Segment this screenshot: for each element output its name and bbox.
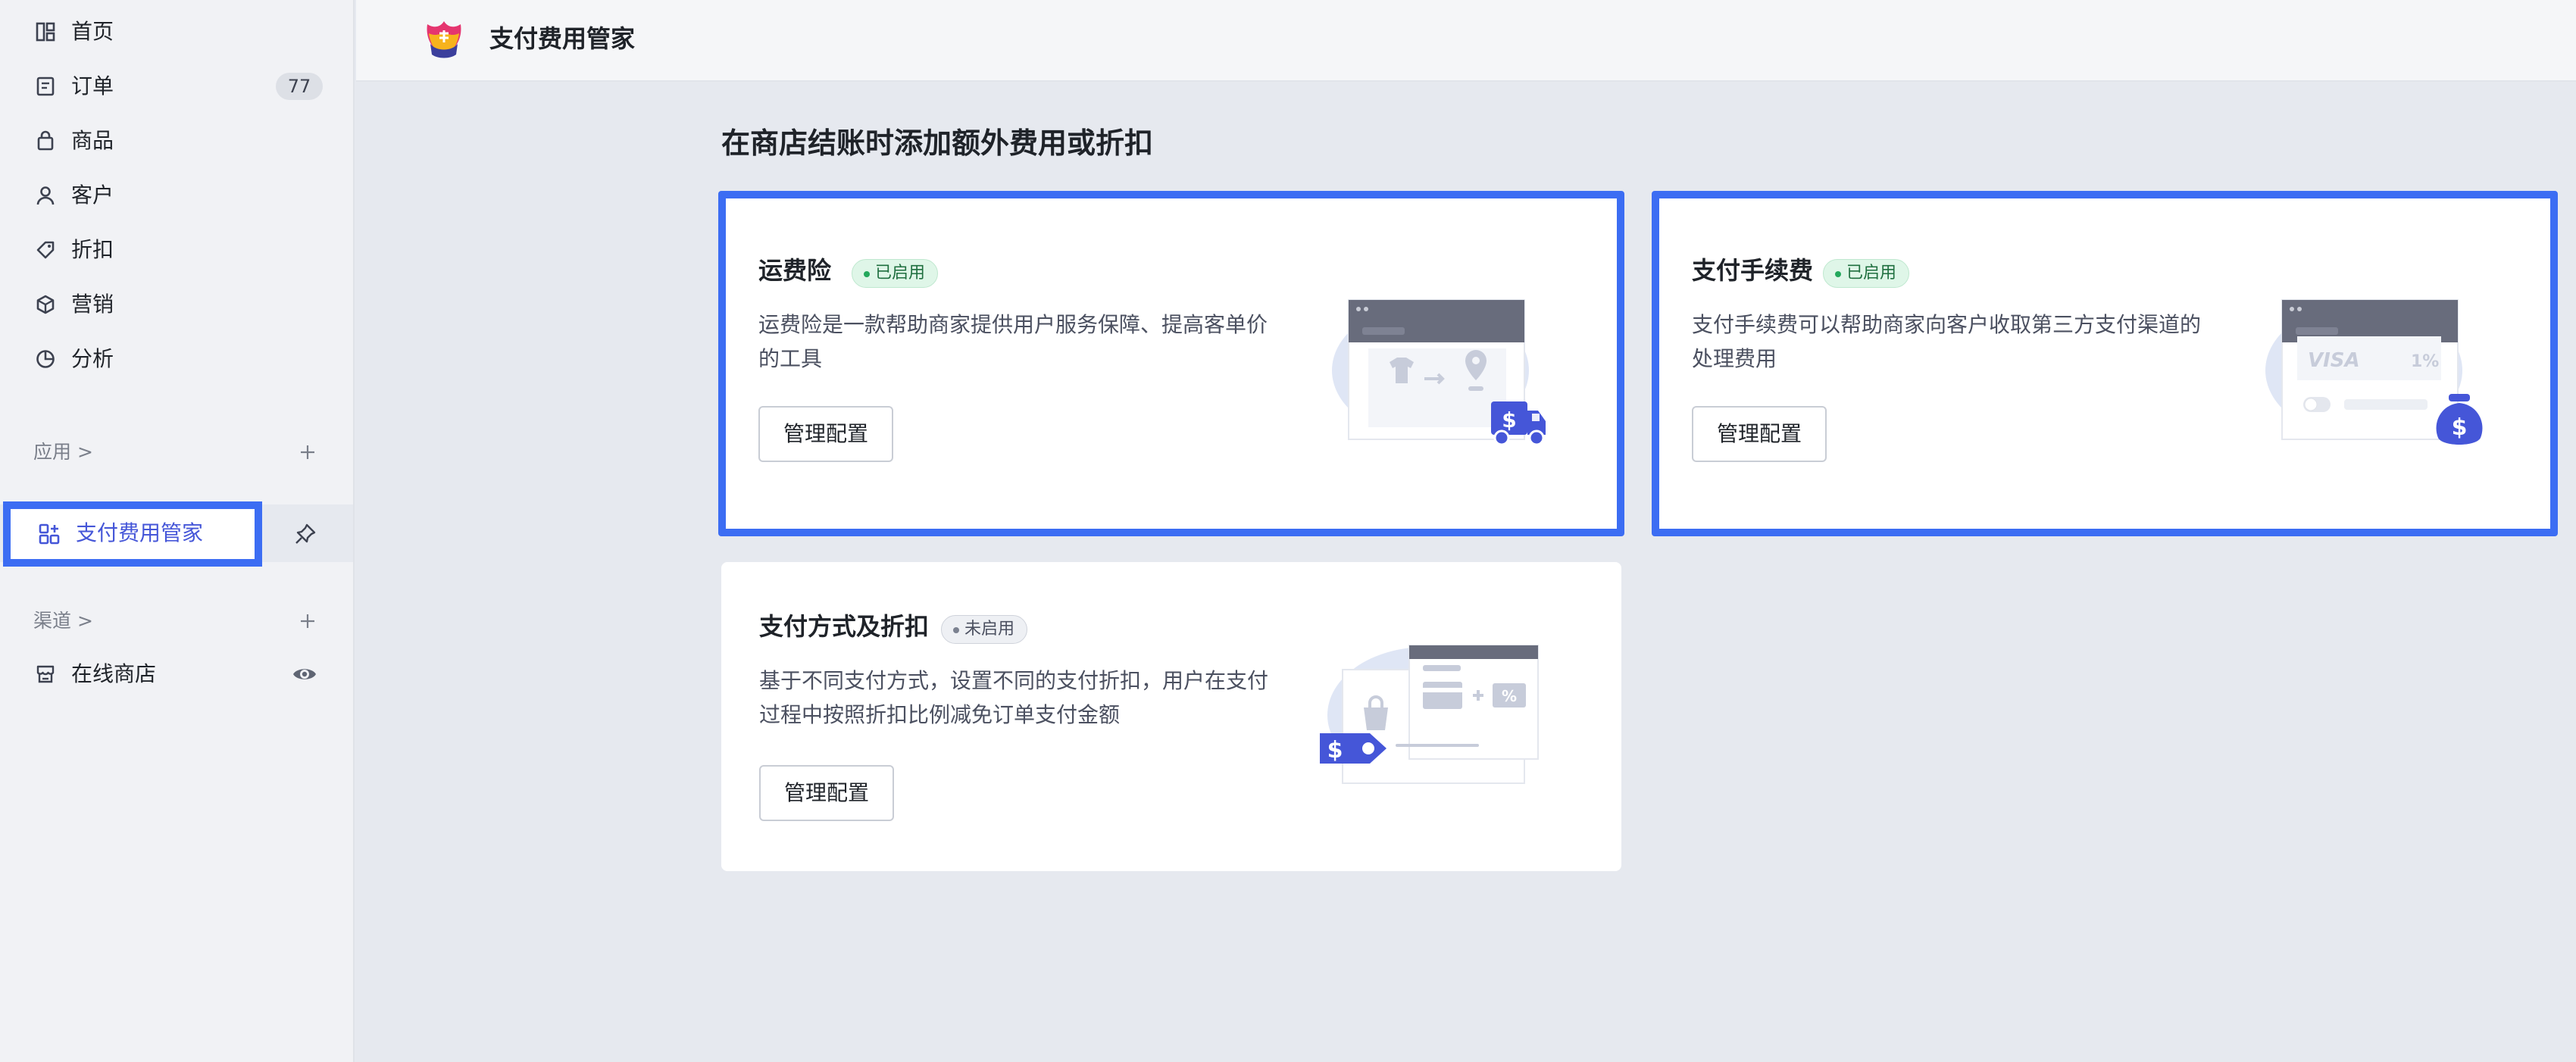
shipping-illustration-icon: $: [1332, 299, 1546, 446]
cube-icon: [33, 292, 58, 317]
app-header: 支付费用管家: [356, 0, 2576, 82]
add-app-icon[interactable]: [295, 440, 320, 464]
payment-method-discount-card: 支付方式及折扣 未启用 基于不同支付方式，设置不同的支付折扣，用户在支付过程中按…: [721, 562, 1621, 871]
card-description: 支付手续费可以帮助商家向客户收取第三方支付渠道的处理费用: [1692, 312, 2202, 371]
card-title: 支付方式及折扣: [759, 612, 930, 641]
payment-discount-illustration-icon: % $: [1320, 645, 1539, 784]
sidebar-item-discounts[interactable]: 折扣: [0, 229, 355, 271]
order-icon: [33, 74, 58, 98]
payment-card-illustration-icon: VISA 1% $: [2265, 299, 2483, 445]
sidebar-item-label: 折扣: [71, 237, 114, 262]
status-badge: 未启用: [941, 615, 1028, 644]
order-count-badge: 77: [276, 73, 323, 100]
section-heading: 在商店结账时添加额外费用或折扣: [721, 127, 1154, 160]
channels-section-toggle[interactable]: 渠道 >: [33, 609, 93, 633]
svg-text:$: $: [2452, 414, 2468, 441]
sidebar-item-analytics[interactable]: 分析: [0, 338, 355, 380]
user-icon: [33, 183, 58, 208]
manage-config-button[interactable]: 管理配置: [758, 406, 893, 462]
sidebar-item-label: 分析: [71, 346, 114, 371]
svg-text:%: %: [1502, 687, 1517, 705]
svg-text:1%: 1%: [2411, 352, 2439, 371]
tag-icon: [33, 238, 58, 262]
page-title: 支付费用管家: [489, 24, 636, 53]
sidebar-item-label: 客户: [71, 183, 114, 208]
sidebar-item-label: 首页: [71, 19, 114, 44]
pie-chart-icon: [33, 347, 58, 371]
shipping-insurance-card: 运费险 已启用 运费险是一款帮助商家提供用户服务保障、提高客单价的工具 管理配置…: [718, 191, 1624, 536]
sidebar-item-marketing[interactable]: 营销: [0, 283, 355, 326]
apps-section-toggle[interactable]: 应用 >: [33, 440, 93, 464]
manage-config-button[interactable]: 管理配置: [759, 765, 894, 821]
sidebar-item-products[interactable]: 商品: [0, 120, 355, 162]
sidebar-item-label: 在线商店: [71, 661, 157, 686]
apps-grid-icon: [38, 523, 61, 545]
status-badge: 已启用: [1823, 259, 1910, 288]
card-description: 基于不同支付方式，设置不同的支付折扣，用户在支付过程中按照折扣比例减免订单支付金…: [759, 668, 1269, 727]
pin-icon[interactable]: [292, 521, 318, 547]
sidebar-item-customers[interactable]: 客户: [0, 174, 355, 217]
payment-fee-card: 支付手续费 已启用 支付手续费可以帮助商家向客户收取第三方支付渠道的处理费用 管…: [1652, 191, 2558, 536]
card-title: 运费险: [758, 256, 832, 285]
bag-icon: [33, 129, 58, 153]
sidebar-item-label: 商品: [71, 128, 114, 153]
sidebar: 首页 订单 77 商品 客户 折扣 营销 分析 应用 > 支付费用管家 渠道 >…: [0, 0, 355, 1062]
app-logo-icon: [421, 17, 467, 62]
eye-icon[interactable]: [291, 661, 318, 688]
add-channel-icon[interactable]: [295, 609, 320, 633]
store-icon: [33, 662, 58, 686]
sidebar-item-orders[interactable]: 订单 77: [0, 65, 355, 108]
svg-text:VISA: VISA: [2308, 349, 2360, 372]
sidebar-item-label: 支付费用管家: [76, 520, 204, 545]
svg-text:$: $: [1502, 408, 1516, 433]
sidebar-item-label: 订单: [71, 73, 114, 98]
card-title: 支付手续费: [1692, 256, 1814, 285]
sidebar-item-home[interactable]: 首页: [0, 11, 355, 53]
svg-text:$: $: [1327, 737, 1343, 764]
sidebar-item-payment-fee-manager[interactable]: 支付费用管家: [3, 501, 262, 567]
manage-config-button[interactable]: 管理配置: [1692, 406, 1827, 462]
sidebar-item-label: 营销: [71, 292, 114, 317]
status-badge: 已启用: [852, 259, 939, 288]
dashboard-icon: [33, 20, 58, 44]
card-description: 运费险是一款帮助商家提供用户服务保障、提高客单价的工具: [758, 312, 1268, 371]
